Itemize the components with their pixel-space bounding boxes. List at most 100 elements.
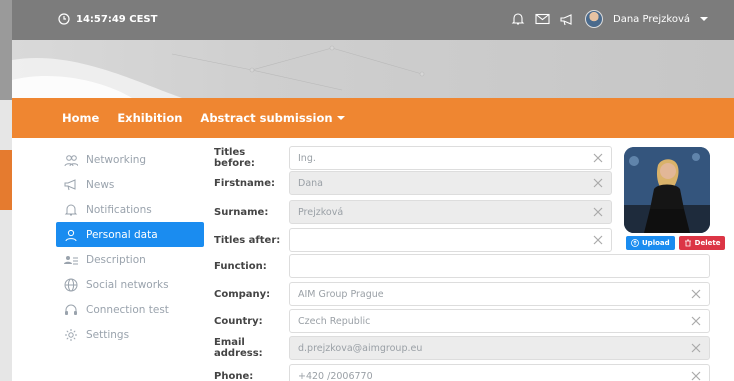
titles-after-field[interactable] — [289, 228, 612, 252]
hero-banner — [12, 40, 734, 98]
bell-icon — [64, 204, 78, 215]
upload-label: Upload — [642, 239, 670, 247]
titles-before-value: Ing. — [298, 152, 316, 164]
company-label: Company: — [214, 288, 271, 300]
sidebar-item-label: Notifications — [86, 203, 152, 216]
profile-photo — [624, 147, 710, 233]
nav-home[interactable]: Home — [62, 111, 99, 125]
company-field[interactable]: AIM Group Prague — [289, 282, 710, 306]
phone-field[interactable]: +420 /2006770 — [289, 364, 710, 381]
firstname-value: Dana — [298, 177, 323, 189]
sidebar: Networking News Notifications Personal d… — [56, 147, 204, 347]
people-icon — [64, 154, 78, 166]
sidebar-item-networking[interactable]: Networking — [56, 147, 204, 172]
country-value: Czech Republic — [298, 315, 371, 327]
megaphone-icon[interactable] — [560, 13, 575, 26]
sidebar-item-label: News — [86, 178, 115, 191]
sidebar-item-news[interactable]: News — [56, 172, 204, 197]
photo-actions: Upload Delete — [626, 236, 726, 250]
sidebar-item-label: Networking — [86, 153, 147, 166]
nav-exhibition-label: Exhibition — [117, 111, 183, 125]
country-label: Country: — [214, 315, 263, 327]
email-label: Email address: — [214, 337, 263, 359]
surname-field[interactable]: Prejzková — [289, 200, 612, 224]
clear-icon[interactable] — [593, 235, 603, 245]
row-company: Company: AIM Group Prague — [214, 282, 710, 306]
row-surname: Surname: Prejzková — [214, 200, 612, 224]
caret-down-icon — [336, 116, 345, 120]
trash-icon — [684, 239, 691, 247]
megaphone-icon — [64, 178, 76, 190]
clear-icon[interactable] — [593, 207, 603, 217]
sidebar-item-connection-test[interactable]: Connection test — [56, 297, 204, 322]
sidebar-item-label: Social networks — [86, 278, 169, 291]
row-titles-before: Titles before: Ing. — [214, 146, 612, 170]
sidebar-item-label: Settings — [86, 328, 130, 341]
sidebar-item-social-networks[interactable]: Social networks — [56, 272, 204, 297]
list-user-icon — [64, 255, 78, 264]
surname-value: Prejzková — [298, 206, 344, 218]
titles-before-label: Titles before: — [214, 147, 255, 169]
clear-icon[interactable] — [593, 178, 603, 188]
firstname-field[interactable]: Dana — [289, 171, 612, 195]
clock-icon — [58, 13, 70, 25]
bell-icon[interactable] — [511, 12, 525, 26]
caret-down-icon[interactable] — [700, 16, 708, 22]
function-label: Function: — [214, 260, 267, 272]
sidebar-item-personal-data[interactable]: Personal data — [56, 222, 204, 247]
left-edge-orange — [0, 150, 12, 210]
sidebar-item-description[interactable]: Description — [56, 247, 204, 272]
nav-exhibition[interactable]: Exhibition — [117, 111, 182, 125]
row-titles-after: Titles after: — [214, 228, 612, 252]
main-nav: Home Exhibition Abstract submission — [12, 98, 734, 138]
clock: 14:57:49 CEST — [58, 13, 157, 25]
left-edge-strip — [0, 0, 12, 381]
headset-icon — [65, 304, 77, 315]
nav-abstract-label: Abstract submission — [200, 111, 333, 125]
sidebar-item-notifications[interactable]: Notifications — [56, 197, 204, 222]
gear-icon — [65, 328, 77, 341]
upload-button[interactable]: Upload — [626, 236, 675, 250]
profile-photo-graphic — [624, 147, 710, 233]
globe-icon — [64, 278, 78, 291]
email-value: d.prejzkova@aimgroup.eu — [298, 342, 423, 354]
clear-icon[interactable] — [691, 289, 701, 299]
user-avatar[interactable] — [585, 10, 603, 28]
row-country: Country: Czech Republic — [214, 309, 710, 333]
delete-label: Delete — [694, 239, 721, 247]
upload-icon — [631, 239, 639, 247]
clear-icon[interactable] — [691, 316, 701, 326]
email-field[interactable]: d.prejzkova@aimgroup.eu — [289, 336, 710, 360]
clock-text: 14:57:49 CEST — [76, 13, 158, 25]
top-bar: 14:57:49 CEST Dana Prejzková — [12, 0, 734, 40]
nav-home-label: Home — [62, 111, 100, 125]
delete-button[interactable]: Delete — [678, 236, 726, 250]
nav-abstract-submission[interactable]: Abstract submission — [200, 111, 345, 125]
left-edge-gray — [0, 0, 12, 100]
row-email: Email address: d.prejzkova@aimgroup.eu — [214, 336, 710, 360]
sidebar-item-label: Personal data — [86, 228, 158, 241]
user-name[interactable]: Dana Prejzková — [613, 14, 690, 25]
clear-icon[interactable] — [593, 153, 603, 163]
sidebar-item-settings[interactable]: Settings — [56, 322, 204, 347]
mail-icon[interactable] — [535, 13, 550, 25]
titles-after-label: Titles after: — [214, 234, 281, 246]
user-icon — [65, 229, 77, 241]
row-function: Function: — [214, 254, 710, 278]
sidebar-item-label: Description — [86, 253, 146, 266]
top-bar-actions: Dana Prejzková — [511, 10, 708, 28]
surname-label: Surname: — [214, 206, 269, 218]
sidebar-item-label: Connection test — [86, 303, 169, 316]
clear-icon[interactable] — [691, 371, 701, 381]
phone-value: +420 /2006770 — [298, 370, 373, 381]
firstname-label: Firstname: — [214, 177, 275, 189]
company-value: AIM Group Prague — [298, 288, 384, 300]
clear-icon[interactable] — [691, 343, 701, 353]
titles-before-field[interactable]: Ing. — [289, 146, 612, 170]
country-field[interactable]: Czech Republic — [289, 309, 710, 333]
row-firstname: Firstname: Dana — [214, 171, 612, 195]
row-phone: Phone: +420 /2006770 — [214, 364, 710, 381]
phone-label: Phone: — [214, 370, 254, 381]
function-field[interactable] — [289, 254, 710, 278]
banner-graphic — [12, 45, 425, 98]
